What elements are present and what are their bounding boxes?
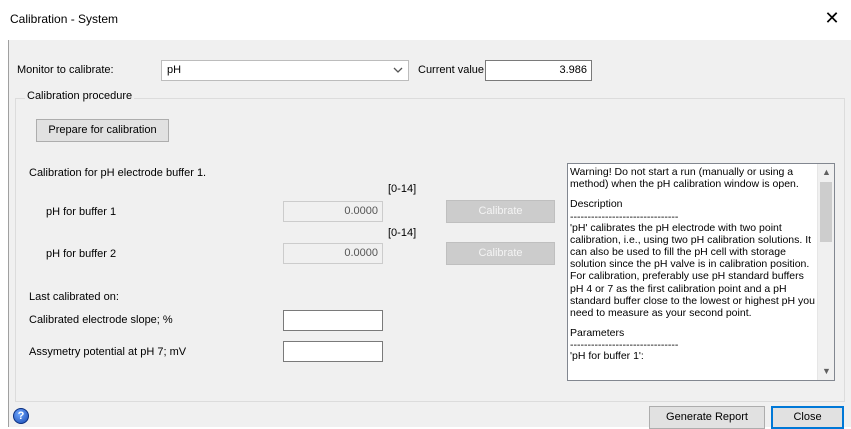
parameters-first-item: 'pH for buffer 1': [570,350,644,363]
prepare-calibration-button[interactable]: Prepare for calibration [36,119,169,142]
calibrate-buffer1-button[interactable]: Calibrate [446,200,555,223]
slope-field [283,310,383,331]
current-value-label: Current value [418,64,485,76]
monitor-label: Monitor to calibrate: [17,64,114,76]
dialog-body: Monitor to calibrate: pH Current value 3… [8,40,851,429]
group-title: Calibration procedure [25,90,135,102]
buffer2-label: pH for buffer 2 [46,248,117,260]
close-icon[interactable]: ✕ [821,8,843,30]
description-warning: Warning! Do not start a run (manually or… [570,166,799,191]
description-textbox[interactable]: Warning! Do not start a run (manually or… [567,163,835,381]
description-separator: ------------------------------- [570,212,679,222]
parameters-separator: ------------------------------- [570,341,679,351]
monitor-select-value: pH [167,64,182,76]
description-content: Warning! Do not start a run (manually or… [570,166,816,371]
description-body: 'pH' calibrates the pH electrode with tw… [570,221,815,320]
close-button[interactable]: Close [771,406,844,429]
buffer1-ph-input[interactable]: 0.0000 [283,201,383,222]
description-scrollbar[interactable]: ▲ ▼ [817,164,834,380]
slope-label: Calibrated electrode slope; % [29,314,173,326]
last-calibrated-label: Last calibrated on: [29,291,119,303]
monitor-select[interactable]: pH [161,60,409,81]
current-value-field: 3.986 [485,60,592,81]
scrollbar-thumb[interactable] [820,182,832,242]
current-value: 3.986 [559,64,587,76]
buffer2-ph-input[interactable]: 0.0000 [283,243,383,264]
description-heading: Description [570,198,623,211]
scroll-up-icon[interactable]: ▲ [818,164,834,181]
title-bar: Calibration - System ✕ [0,0,851,40]
buffer1-range: [0-14] [388,183,417,195]
buffer1-ph-value: 0.0000 [344,205,378,217]
calibrate-buffer2-button[interactable]: Calibrate [446,242,555,265]
buffer2-ph-value: 0.0000 [344,247,378,259]
buffer1-label: pH for buffer 1 [46,206,117,218]
chevron-down-icon [393,67,403,73]
window-title: Calibration - System [10,12,119,26]
scroll-down-icon[interactable]: ▼ [818,363,834,380]
buffer2-range: [0-14] [388,227,417,239]
asymmetry-label: Assymetry potential at pH 7; mV [29,346,187,358]
calibration-instruction: Calibration for pH electrode buffer 1. [29,167,207,179]
help-icon[interactable]: ? [13,408,29,424]
parameters-heading: Parameters [570,327,625,340]
asymmetry-field [283,341,383,362]
generate-report-button[interactable]: Generate Report [649,406,765,429]
